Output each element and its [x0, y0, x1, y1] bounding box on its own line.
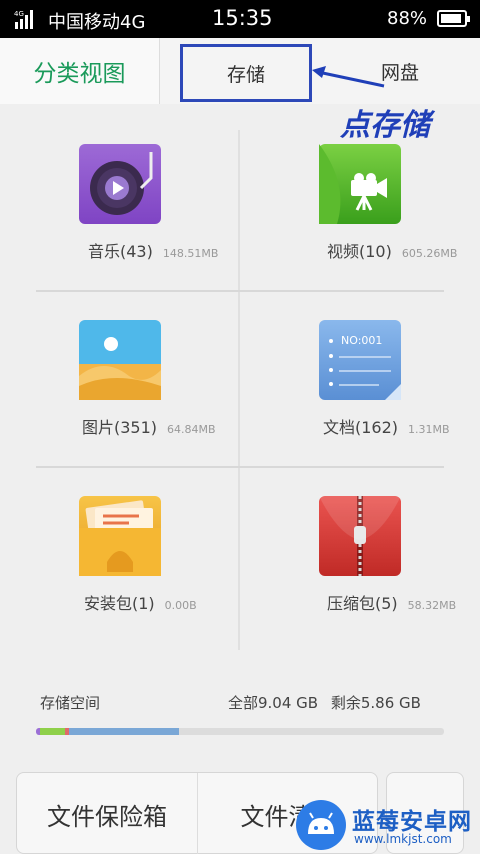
- category-music[interactable]: 音乐(43) 148.51MB: [36, 120, 240, 296]
- svg-text:4G: 4G: [14, 10, 24, 18]
- storage-total: 全部9.04 GB: [228, 694, 319, 712]
- storage-info: 全部9.04 GB 剩余5.86 GB: [228, 692, 421, 713]
- storage-free: 剩余5.86 GB: [330, 694, 421, 712]
- battery-icon: [437, 10, 470, 27]
- zip-icon: [319, 496, 401, 576]
- category-video[interactable]: 视频(10) 605.26MB: [240, 120, 457, 296]
- watermark: 蓝莓安卓网 www.lmkjst.com: [292, 796, 480, 854]
- category-zip[interactable]: 压缩包(5) 58.32MB: [240, 472, 456, 648]
- signal-icon: 4G: [14, 10, 33, 29]
- tab-bar: 分类视图 存储 网盘: [0, 38, 480, 104]
- watermark-title: 蓝莓安卓网: [352, 809, 472, 835]
- document-icon-text: NO:001: [341, 334, 382, 347]
- clock: 15:35: [212, 6, 273, 30]
- storage-segment: [68, 728, 179, 735]
- storage-label: 存储空间: [40, 694, 101, 712]
- category-size: 0.00B: [164, 599, 197, 612]
- category-grid: 音乐(43) 148.51MB 视频(10) 605.26MB 图片(351) …: [36, 120, 457, 650]
- annotation-arrow-icon: [312, 66, 385, 88]
- category-name: 图片(351): [82, 418, 158, 437]
- status-bar: 4G 中国移动4G 15:35 88%: [0, 0, 480, 38]
- category-document[interactable]: NO:001 文档(162) 1.31MB: [240, 296, 450, 472]
- document-icon: NO:001: [319, 320, 401, 400]
- category-apk[interactable]: 安装包(1) 0.00B: [36, 472, 240, 648]
- category-name: 音乐(43): [88, 242, 153, 261]
- category-size: 58.32MB: [407, 599, 457, 612]
- storage-usage-bar: [36, 728, 444, 735]
- category-name: 安装包(1): [84, 594, 155, 613]
- file-safe-button[interactable]: 文件保险箱: [17, 773, 198, 854]
- storage-segment: [40, 728, 65, 735]
- category-size: 148.51MB: [162, 247, 219, 260]
- category-name: 文档(162): [323, 418, 399, 437]
- category-size: 64.84MB: [167, 423, 216, 436]
- watermark-url: www.lmkjst.com: [354, 832, 452, 846]
- photo-icon: [79, 320, 161, 400]
- tab-storage[interactable]: 存储: [180, 44, 312, 102]
- apk-icon: [79, 496, 161, 576]
- video-icon: [319, 144, 401, 224]
- category-name: 压缩包(5): [327, 594, 398, 613]
- carrier-label: 中国移动4G: [48, 12, 146, 33]
- music-icon: [79, 144, 161, 224]
- watermark-logo-icon: [296, 800, 346, 850]
- category-size: 605.26MB: [401, 247, 458, 260]
- category-photo[interactable]: 图片(351) 64.84MB: [36, 296, 240, 472]
- category-size: 1.31MB: [408, 423, 450, 436]
- tab-category-view[interactable]: 分类视图: [0, 38, 160, 104]
- battery-percent: 88%: [387, 8, 428, 29]
- category-name: 视频(10): [327, 242, 392, 261]
